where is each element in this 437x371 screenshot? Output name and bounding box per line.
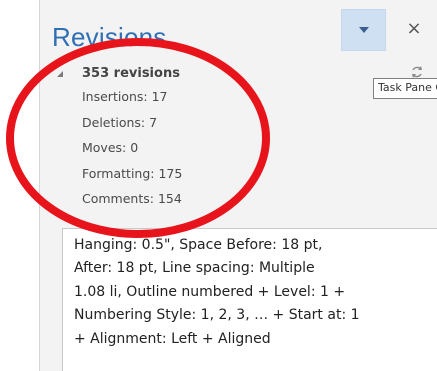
collapse-triangle-icon[interactable] — [56, 70, 64, 78]
tooltip: Task Pane Op — [373, 78, 437, 99]
revision-detail-text: Hanging: 0.5", Space Before: 18 pt, Afte… — [74, 234, 429, 351]
detail-line: Numbering Style: 1, 2, 3, … + Start at: … — [74, 307, 360, 324]
detail-line: After: 18 pt, Line spacing: Multiple — [74, 260, 315, 277]
comments-count: Comments: 154 — [82, 191, 182, 206]
pane-title: Revisions — [52, 22, 167, 52]
formatting-count: Formatting: 175 — [82, 165, 183, 181]
revisions-summary: 353 revisions Insertions: 17 Deletions: … — [82, 64, 182, 212]
task-pane-options-button[interactable] — [341, 9, 386, 51]
moves-count: Moves: 0 — [82, 140, 139, 155]
detail-line: + Alignment: Left + Aligned — [74, 330, 271, 347]
detail-line: 1.08 li, Outline numbered + Level: 1 + — [74, 283, 346, 300]
deletions-count: Deletions: 7 — [82, 114, 158, 130]
insertions-count: Insertions: 17 — [82, 89, 168, 104]
close-button[interactable]: × — [401, 14, 427, 44]
detail-line: Hanging: 0.5", Space Before: 18 pt, — [74, 237, 323, 253]
revisions-count[interactable]: 353 revisions — [82, 64, 182, 84]
chevron-down-icon — [359, 27, 369, 33]
revisions-screenshot: Revisions × Task Pane Op 353 revisions I… — [0, 0, 437, 371]
